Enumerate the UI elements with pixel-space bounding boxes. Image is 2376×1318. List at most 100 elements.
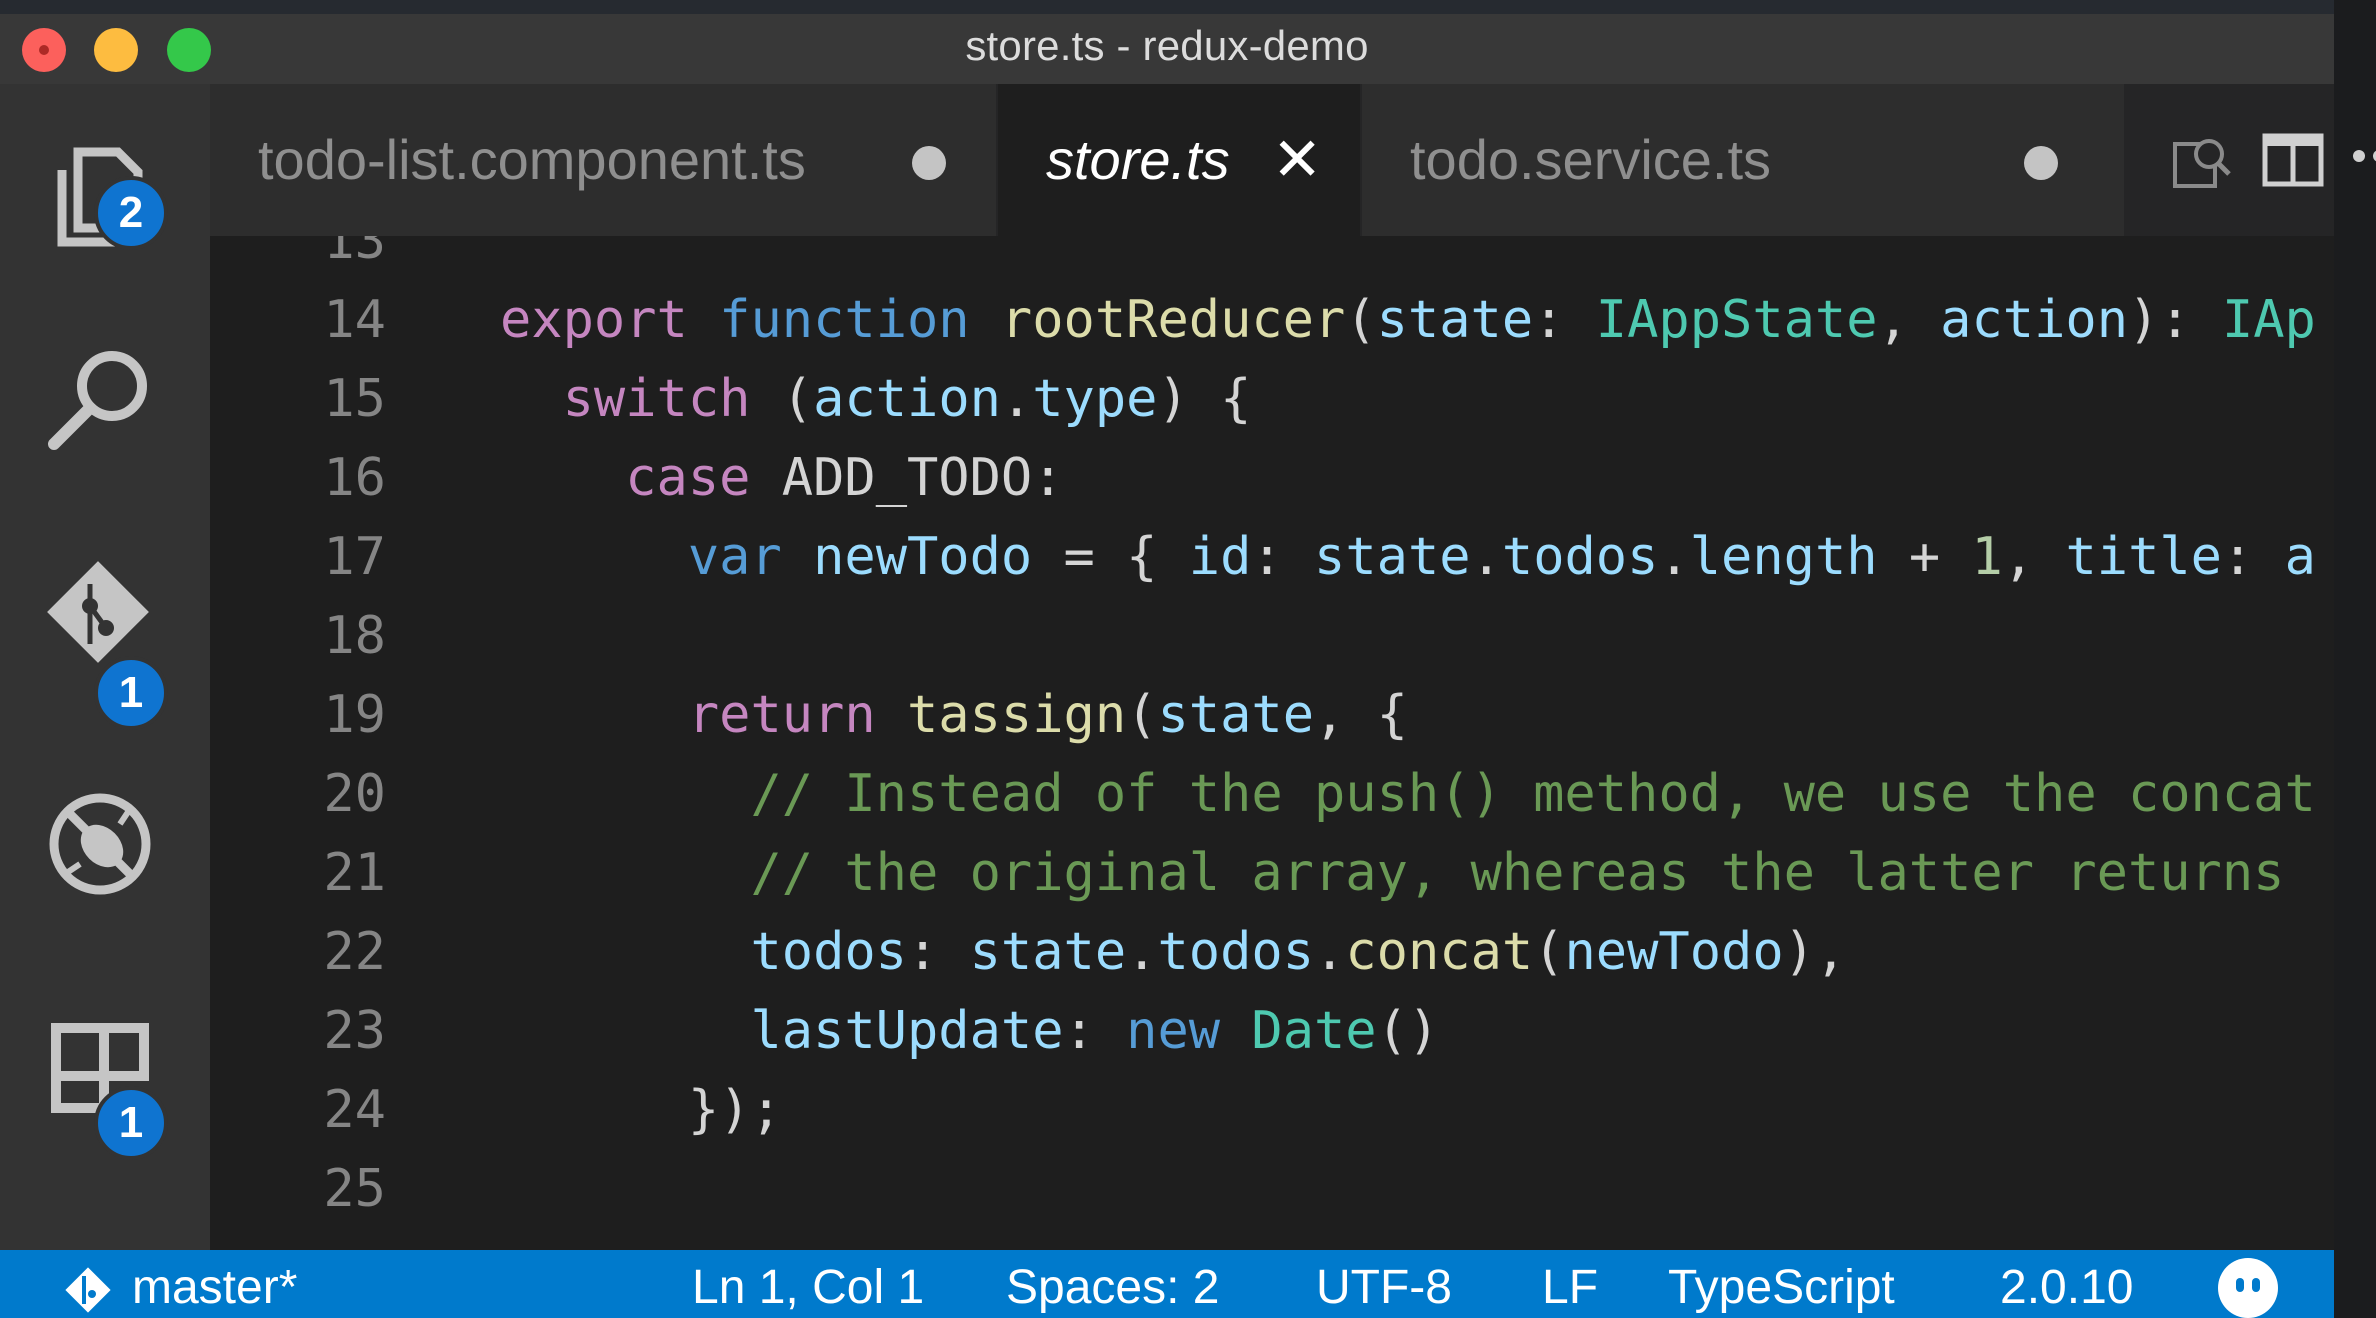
line-code: });	[500, 1071, 782, 1150]
line-code: // the original array, whereas the latte…	[500, 834, 2284, 913]
code-token: switch	[562, 369, 751, 429]
code-line[interactable]: 16 case ADD_TODO:	[210, 439, 2334, 518]
line-number: 20	[323, 764, 386, 824]
code-token: action	[1940, 290, 2129, 350]
line-number: 24	[323, 1080, 386, 1140]
modified-dot-icon[interactable]	[912, 146, 946, 180]
open-changes-icon[interactable]	[2171, 130, 2235, 190]
line-code: export function rootReducer(state: IAppS…	[500, 281, 2316, 360]
code-token: lastUpdate	[750, 1001, 1064, 1061]
tab-store[interactable]: store.ts ✕	[998, 84, 1360, 236]
code-line[interactable]: 15 switch (action.type) {	[210, 360, 2334, 439]
git-branch-icon	[65, 1267, 111, 1313]
line-code: var newTodo = { id: state.todos.length +…	[500, 518, 2316, 597]
tab-todo-service[interactable]: todo.service.ts	[1362, 84, 2124, 236]
code-line[interactable]: 20 // Instead of the push() method, we u…	[210, 755, 2334, 834]
code-token: (	[1126, 685, 1158, 745]
tab-bar: todo-list.component.ts store.ts ✕ todo.s…	[210, 84, 2376, 236]
line-number: 14	[323, 290, 386, 350]
code-token: (	[750, 369, 814, 429]
code-line[interactable]: 17 var newTodo = { id: state.todos.lengt…	[210, 518, 2334, 597]
code-line[interactable]: 23 lastUpdate: new Date()	[210, 992, 2334, 1071]
code-token: todos	[1157, 922, 1315, 982]
more-actions-icon[interactable]	[2349, 144, 2376, 168]
line-number: 21	[323, 843, 386, 903]
line-number: 13	[323, 236, 386, 271]
code-token: .	[1314, 922, 1346, 982]
code-token: newTodo	[813, 527, 1033, 587]
code-token: :	[907, 922, 970, 982]
code-token: return	[687, 685, 876, 745]
line-code: switch (action.type) {	[500, 360, 1252, 439]
split-editor-icon[interactable]	[2261, 130, 2325, 190]
line-number: 19	[323, 685, 386, 745]
title-bar: store.ts - redux-demo	[0, 14, 2334, 84]
code-token: case	[625, 448, 751, 508]
explorer-button[interactable]: 2	[40, 124, 170, 254]
branch-indicator[interactable]: master*	[132, 1260, 297, 1315]
code-token: type	[1032, 369, 1158, 429]
search-icon	[48, 351, 147, 450]
editor-actions	[2127, 84, 2376, 236]
code-token: export	[500, 290, 688, 350]
code-token: ,	[1877, 290, 1941, 350]
line-number: 15	[323, 369, 386, 429]
window-title: store.ts - redux-demo	[965, 22, 1369, 69]
code-token: :	[1251, 527, 1315, 587]
close-icon[interactable]: ✕	[1272, 84, 1322, 236]
code-line[interactable]: 13	[210, 236, 2334, 281]
indentation-setting[interactable]: Spaces: 2	[1006, 1260, 1219, 1315]
tab-todo-list-component[interactable]: todo-list.component.ts	[210, 84, 996, 236]
code-line[interactable]: 25	[210, 1150, 2334, 1229]
code-token: tassign	[907, 685, 1127, 745]
cursor-position[interactable]: Ln 1, Col 1	[692, 1260, 924, 1315]
status-bar: master* Ln 1, Col 1 Spaces: 2 UTF-8 LF T…	[0, 1250, 2334, 1318]
extensions-badge: 1	[94, 1086, 168, 1160]
code-line[interactable]: 18	[210, 597, 2334, 676]
code-token: .	[1658, 527, 1690, 587]
language-mode[interactable]: TypeScript	[1668, 1260, 1895, 1315]
line-ending-setting[interactable]: LF	[1542, 1260, 1598, 1315]
tab-label: todo-list.component.ts	[258, 128, 806, 191]
code-line[interactable]: 24 });	[210, 1071, 2334, 1150]
code-token: todos	[750, 922, 907, 982]
line-code: case ADD_TODO:	[500, 439, 1064, 518]
code-editor[interactable]: 13 14 export function rootReducer(state: I…	[210, 236, 2334, 1250]
tab-label: todo.service.ts	[1410, 128, 1772, 191]
code-token: length	[1689, 527, 1878, 587]
code-token: ):	[2128, 290, 2222, 350]
code-token: var	[687, 527, 782, 587]
code-line[interactable]: 19 return tassign(state, {	[210, 676, 2334, 755]
code-line[interactable]: 21 // the original array, whereas the la…	[210, 834, 2334, 913]
source-control-button[interactable]: 1	[40, 554, 170, 730]
line-code: lastUpdate: new Date()	[500, 992, 1439, 1071]
code-token: +	[1877, 527, 1972, 587]
code-token: ) {	[1157, 369, 1252, 429]
code-token: (	[1533, 922, 1565, 982]
code-token: 1	[1971, 527, 2003, 587]
code-token: ADD_TODO:	[750, 448, 1064, 508]
extensions-button[interactable]: 1	[40, 1004, 170, 1160]
typescript-version[interactable]: 2.0.10	[2000, 1260, 2133, 1315]
code-line[interactable]: 14 export function rootReducer(state: IAp…	[210, 281, 2334, 360]
modified-dot-icon[interactable]	[2024, 146, 2058, 180]
encoding-setting[interactable]: UTF-8	[1316, 1260, 1452, 1315]
feedback-smiley-icon[interactable]	[2218, 1258, 2278, 1318]
code-token: rootReducer	[1000, 290, 1346, 350]
code-token: .	[1470, 527, 1502, 587]
line-code: return tassign(state, {	[500, 676, 1408, 755]
code-token: ,	[2002, 527, 2066, 587]
code-token: state	[1157, 685, 1315, 745]
code-token: IAp	[2221, 290, 2316, 350]
code-line[interactable]: 22 todos: state.todos.concat(newTodo),	[210, 913, 2334, 992]
search-button[interactable]	[40, 340, 170, 470]
code-token: state	[1314, 527, 1471, 587]
debug-button[interactable]	[40, 784, 170, 914]
